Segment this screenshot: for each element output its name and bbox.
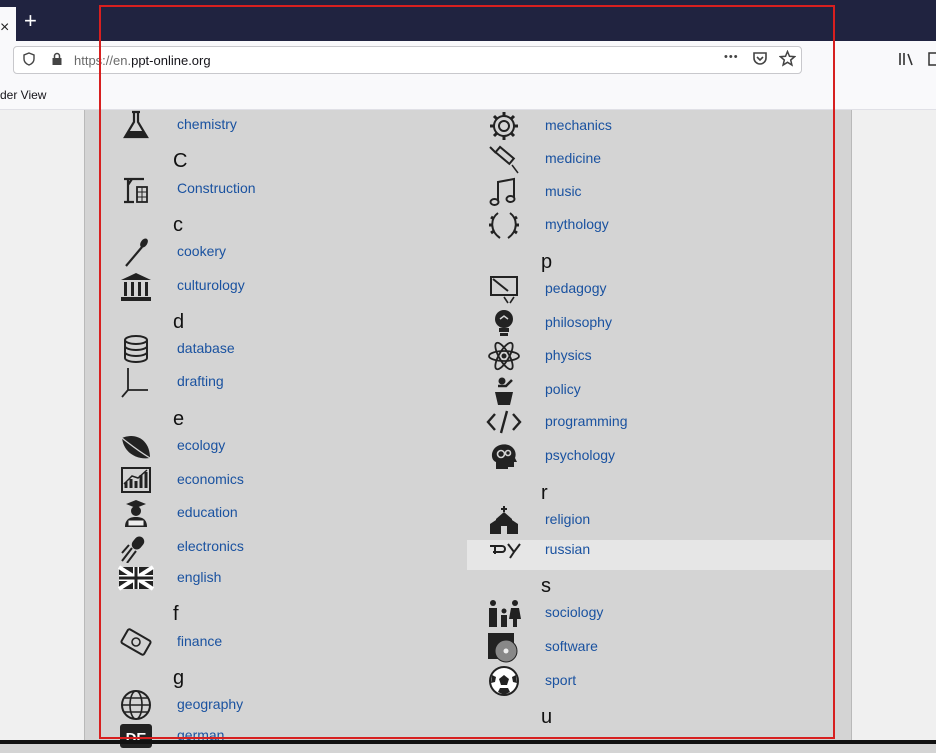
globe-icon <box>115 688 157 722</box>
library-icon[interactable] <box>898 51 916 71</box>
subject-link-medicine[interactable]: medicine <box>545 150 601 166</box>
subject-link-music[interactable]: music <box>545 183 582 199</box>
atom-icon <box>483 339 525 373</box>
chart-icon <box>115 463 157 497</box>
subject-link-database[interactable]: database <box>177 340 235 356</box>
pocket-icon[interactable] <box>752 50 768 70</box>
navigation-toolbar: https://en.ppt-online.org ••• <box>0 41 936 82</box>
museum-icon <box>115 269 157 303</box>
lock-icon[interactable] <box>51 52 63 69</box>
subject-link-cookery[interactable]: cookery <box>177 243 226 259</box>
uk-flag-icon <box>115 561 157 595</box>
subject-link-electronics[interactable]: electronics <box>177 538 244 554</box>
flask-icon <box>115 108 157 142</box>
tab-bar: × + <box>0 0 936 41</box>
subject-link-psychology[interactable]: psychology <box>545 447 615 463</box>
svg-text:DE: DE <box>126 730 147 747</box>
head-bulb-icon <box>483 306 525 340</box>
ru-letters-icon <box>483 533 525 567</box>
section-letter: f <box>173 603 179 625</box>
section-letter: C <box>173 150 188 172</box>
subject-link-physics[interactable]: physics <box>545 347 592 363</box>
subject-link-sociology[interactable]: sociology <box>545 604 603 620</box>
family-icon <box>483 596 525 630</box>
section-letter: e <box>173 408 185 430</box>
subject-link-economics[interactable]: economics <box>177 471 244 487</box>
subject-link-geography[interactable]: geography <box>177 696 243 712</box>
subject-link-construction[interactable]: Construction <box>177 180 256 196</box>
soccer-ball-icon <box>483 664 525 698</box>
subject-link-finance[interactable]: finance <box>177 633 222 649</box>
url-text[interactable]: https://en.ppt-online.org <box>74 53 211 68</box>
section-letter: g <box>173 667 185 689</box>
syringe-icon <box>483 142 525 176</box>
axes-icon <box>115 365 157 399</box>
spoon-icon <box>115 235 157 269</box>
blackboard-icon <box>483 272 525 306</box>
speaker-podium-icon <box>483 373 525 407</box>
head-gears-icon <box>483 439 525 473</box>
banknote-icon <box>115 625 157 659</box>
reader-view-label[interactable]: der View <box>0 88 46 102</box>
section-letter: d <box>173 311 185 333</box>
de-icon: DE <box>115 719 157 753</box>
shield-icon[interactable] <box>23 52 35 69</box>
sidebar-icon[interactable] <box>928 51 936 71</box>
url-host: ppt-online.org <box>131 53 211 68</box>
subject-link-russian[interactable]: russian <box>545 541 590 557</box>
subject-link-mythology[interactable]: mythology <box>545 216 609 232</box>
subject-link-culturology[interactable]: culturology <box>177 277 245 293</box>
section-letter: p <box>541 251 553 273</box>
section-letter: u <box>541 706 553 728</box>
taskbar-edge <box>0 740 936 744</box>
close-tab-icon[interactable]: × <box>0 19 9 37</box>
subject-link-sport[interactable]: sport <box>545 672 576 688</box>
bookmarks-toolbar: der View <box>0 82 936 110</box>
subject-link-philosophy[interactable]: philosophy <box>545 314 612 330</box>
new-tab-button[interactable]: + <box>24 9 37 33</box>
active-tab[interactable]: × <box>0 7 16 41</box>
subject-link-religion[interactable]: religion <box>545 511 590 527</box>
url-protocol: https://en. <box>74 53 132 68</box>
subject-link-chemistry[interactable]: chemistry <box>177 116 237 132</box>
subject-link-drafting[interactable]: drafting <box>177 373 224 389</box>
database-icon <box>115 332 157 366</box>
subject-link-education[interactable]: education <box>177 504 238 520</box>
gear-icon <box>483 109 525 143</box>
url-bar[interactable]: https://en.ppt-online.org ••• <box>13 46 802 74</box>
disc-icon <box>483 630 525 664</box>
subject-link-software[interactable]: software <box>545 638 598 654</box>
church-icon <box>483 503 525 537</box>
laurel-icon <box>483 208 525 242</box>
bookmark-star-icon[interactable] <box>778 49 797 71</box>
subject-link-ecology[interactable]: ecology <box>177 437 225 453</box>
crane-icon <box>115 172 157 206</box>
section-letter: r <box>541 482 548 504</box>
subject-link-english[interactable]: english <box>177 569 221 585</box>
subject-link-policy[interactable]: policy <box>545 381 581 397</box>
section-letter: c <box>173 214 183 236</box>
subject-link-pedagogy[interactable]: pedagogy <box>545 280 607 296</box>
code-icon <box>483 405 525 439</box>
subject-link-mechanics[interactable]: mechanics <box>545 117 612 133</box>
leaf-icon <box>115 429 157 463</box>
page-actions-icon[interactable]: ••• <box>724 51 739 63</box>
section-letter: s <box>541 575 551 597</box>
music-note-icon <box>483 175 525 209</box>
student-icon <box>115 496 157 530</box>
subject-link-programming[interactable]: programming <box>545 413 627 429</box>
diode-icon <box>115 530 157 564</box>
